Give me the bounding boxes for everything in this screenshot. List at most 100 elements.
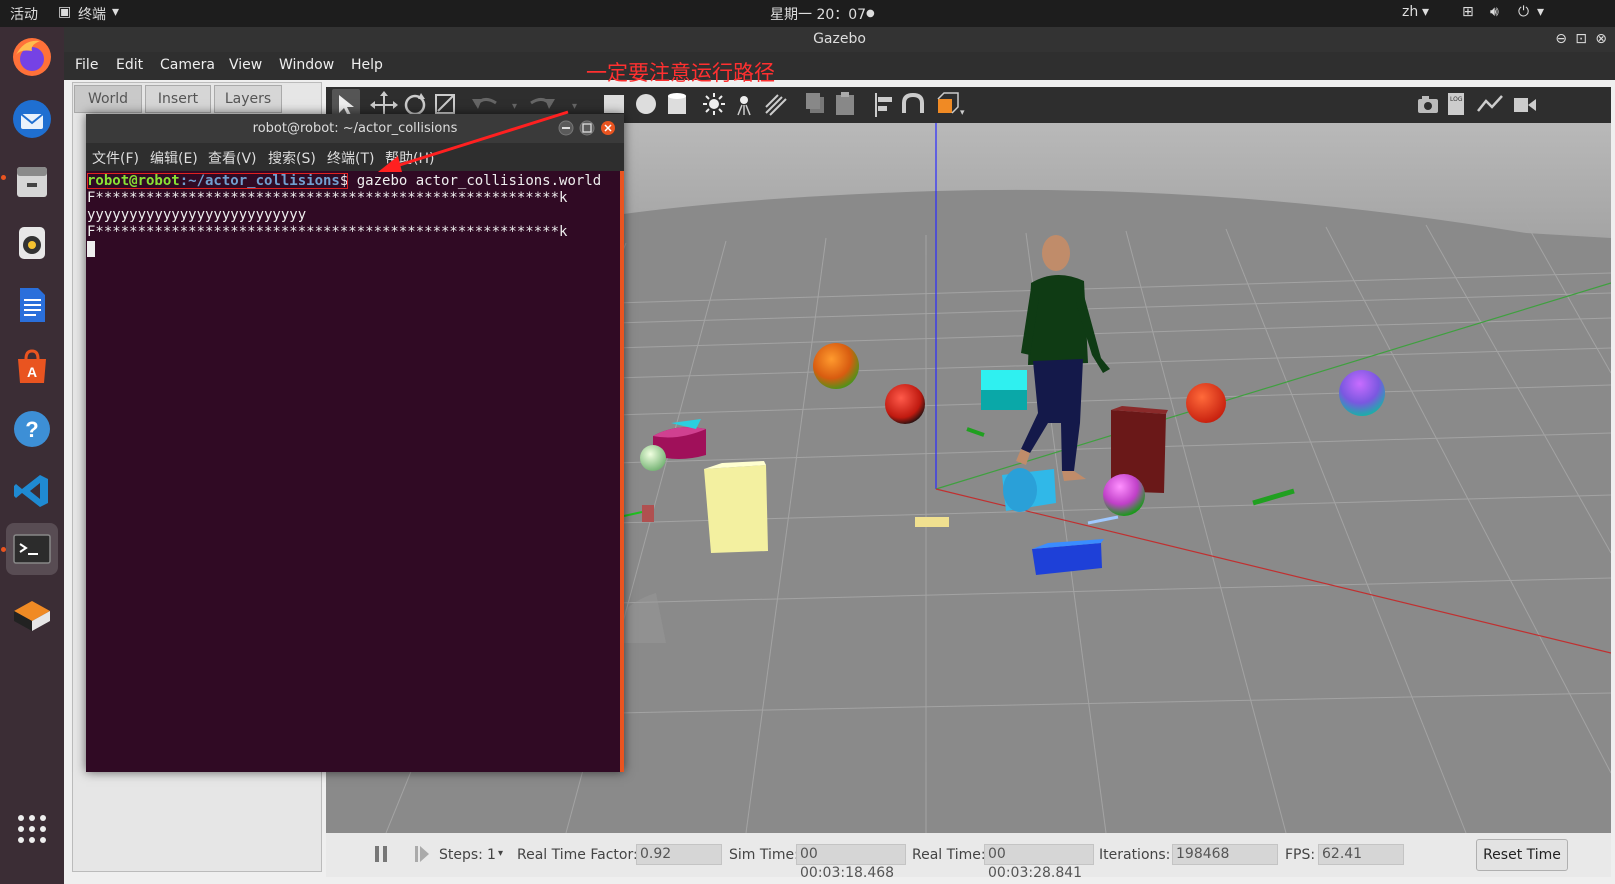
screenshot-icon[interactable] bbox=[1418, 96, 1438, 113]
terminal-menu-terminal[interactable]: 终端(T) bbox=[327, 148, 374, 168]
output-line: F***************************************… bbox=[87, 224, 568, 240]
snap-icon[interactable] bbox=[902, 92, 924, 113]
terminal-scrollbar[interactable] bbox=[620, 171, 624, 772]
chevron-down-icon[interactable]: ▾ bbox=[112, 4, 119, 20]
pause-icon[interactable] bbox=[374, 845, 388, 863]
menu-view[interactable]: View bbox=[229, 57, 262, 73]
terminal-menu-file[interactable]: 文件(F) bbox=[92, 148, 139, 168]
sphere-shape-icon[interactable] bbox=[636, 94, 656, 114]
activities-button[interactable]: 活动 bbox=[10, 4, 38, 24]
svg-text:A: A bbox=[27, 364, 37, 380]
clock[interactable]: 星期一 20：07 bbox=[770, 4, 866, 24]
gazebo-title-bar[interactable]: Gazebo ⊖ ⊡ ⊗ bbox=[64, 27, 1615, 52]
minimize-icon[interactable]: ⊖ bbox=[1555, 27, 1567, 52]
real-time-label: Real Time: bbox=[912, 847, 986, 863]
gazebo-icon[interactable] bbox=[6, 589, 58, 641]
terminal-icon[interactable] bbox=[6, 523, 58, 575]
align-icon[interactable] bbox=[875, 93, 892, 117]
software-center-icon[interactable]: A bbox=[6, 341, 58, 393]
log-icon[interactable]: LOG bbox=[1448, 93, 1464, 115]
redo-icon[interactable] bbox=[530, 98, 555, 109]
terminal-output[interactable]: robot@robot:~/actor_collisions$ gazebo a… bbox=[86, 171, 620, 772]
directional-light-icon[interactable] bbox=[765, 94, 787, 116]
menu-edit[interactable]: Edit bbox=[116, 57, 143, 73]
command-text: gazebo actor_collisions.world bbox=[348, 173, 602, 189]
svg-text:?: ? bbox=[25, 417, 38, 442]
view-angle-icon[interactable]: ▾ bbox=[937, 92, 965, 118]
reset-time-button[interactable]: Reset Time bbox=[1476, 839, 1568, 871]
sim-time-label: Sim Time: bbox=[729, 847, 799, 863]
menu-help[interactable]: Help bbox=[351, 57, 383, 73]
gazebo-menubar: File Edit Camera View Window Help 一定要注意运… bbox=[64, 52, 1615, 85]
tab-insert[interactable]: Insert bbox=[145, 85, 211, 113]
help-icon[interactable]: ? bbox=[6, 403, 58, 455]
point-light-icon[interactable] bbox=[703, 93, 725, 115]
terminal-menu-search[interactable]: 搜索(S) bbox=[268, 148, 316, 168]
iterations-label: Iterations: bbox=[1099, 847, 1171, 863]
terminal-close-icon[interactable] bbox=[601, 121, 615, 135]
terminal-window-title: robot@robot: ~/actor_collisions bbox=[252, 121, 458, 136]
steps-chevron-icon[interactable]: ▾ bbox=[498, 848, 503, 859]
cylinder-shape-icon[interactable] bbox=[668, 93, 686, 114]
video-record-icon[interactable] bbox=[1514, 98, 1536, 112]
terminal-menubar: 文件(F) 编辑(E) 查看(V) 搜索(S) 终端(T) 帮助(H) bbox=[86, 143, 624, 171]
steps-label: Steps: bbox=[439, 847, 483, 863]
tab-layers[interactable]: Layers bbox=[214, 85, 282, 113]
step-icon[interactable] bbox=[414, 845, 430, 863]
app-menu-icon[interactable]: ▣ bbox=[58, 4, 71, 20]
notification-dot-icon: ● bbox=[866, 8, 875, 19]
app-grid-icon[interactable] bbox=[6, 803, 58, 855]
box-shape-icon[interactable] bbox=[604, 95, 624, 113]
terminal-menu-edit[interactable]: 编辑(E) bbox=[150, 148, 198, 168]
menu-camera[interactable]: Camera bbox=[160, 57, 215, 73]
steps-value[interactable]: 1 bbox=[487, 847, 496, 863]
scale-mode-icon[interactable] bbox=[435, 94, 455, 114]
spot-light-icon[interactable] bbox=[737, 96, 751, 116]
maximize-icon[interactable]: ⊡ bbox=[1575, 27, 1587, 52]
terminal-menu-help[interactable]: 帮助(H) bbox=[385, 148, 434, 168]
simulation-status-bar: Steps: 1 ▾ Real Time Factor: 0.92 Sim Ti… bbox=[326, 833, 1611, 881]
terminal-window[interactable]: robot@robot: ~/actor_collisions 文件(F) 编辑… bbox=[86, 114, 624, 772]
prompt-user: robot@robot bbox=[87, 173, 180, 189]
app-menu-button[interactable]: 终端 bbox=[78, 4, 106, 24]
close-icon[interactable]: ⊗ bbox=[1595, 27, 1607, 52]
gazebo-window-title: Gazebo bbox=[813, 31, 866, 47]
undo-icon[interactable] bbox=[472, 98, 497, 109]
input-chevron-icon[interactable]: ▾ bbox=[1422, 4, 1429, 20]
real-time-factor-value: 0.92 bbox=[636, 844, 722, 865]
thunderbird-icon[interactable] bbox=[6, 93, 58, 145]
running-indicator bbox=[1, 547, 6, 552]
network-icon[interactable]: ⊞ bbox=[1462, 4, 1474, 20]
terminal-title-bar[interactable]: robot@robot: ~/actor_collisions bbox=[86, 114, 624, 143]
paste-icon[interactable] bbox=[836, 92, 854, 115]
copy-icon[interactable] bbox=[806, 93, 824, 113]
rotate-mode-icon[interactable] bbox=[404, 93, 426, 116]
writer-icon[interactable] bbox=[6, 279, 58, 331]
menu-file[interactable]: File bbox=[75, 57, 98, 73]
volume-icon[interactable]: 🔊︎ bbox=[1490, 4, 1499, 20]
sim-time-value: 00 00:03:18.468 bbox=[796, 844, 906, 881]
terminal-minimize-icon[interactable] bbox=[558, 120, 574, 136]
firefox-icon[interactable] bbox=[6, 31, 58, 83]
terminal-menu-view[interactable]: 查看(V) bbox=[208, 148, 257, 168]
real-time-value: 00 00:03:28.841 bbox=[984, 844, 1094, 881]
plot-icon[interactable] bbox=[1477, 95, 1503, 112]
prompt-path: :~/actor_collisions bbox=[179, 173, 340, 189]
input-method-indicator[interactable]: zh bbox=[1402, 4, 1418, 20]
terminal-maximize-icon[interactable] bbox=[579, 120, 595, 136]
path-annotation: 一定要注意运行路径 bbox=[586, 61, 775, 85]
files-icon[interactable] bbox=[6, 155, 58, 207]
undo-history-chevron-icon[interactable]: ▾ bbox=[512, 101, 517, 112]
vscode-icon[interactable] bbox=[6, 465, 58, 517]
power-icon[interactable]: ⏻ bbox=[1518, 4, 1529, 20]
prompt-highlight-box: robot@robot:~/actor_collisions$ bbox=[87, 173, 349, 189]
rhythmbox-icon[interactable] bbox=[6, 217, 58, 269]
svg-text:LOG: LOG bbox=[1450, 96, 1463, 103]
fps-label: FPS: bbox=[1285, 847, 1316, 863]
system-menu-chevron-icon[interactable]: ▾ bbox=[1537, 4, 1544, 20]
tab-world[interactable]: World bbox=[74, 85, 142, 113]
output-line: F***************************************… bbox=[87, 190, 568, 206]
menu-window[interactable]: Window bbox=[279, 57, 334, 73]
redo-history-chevron-icon[interactable]: ▾ bbox=[572, 101, 577, 112]
output-line: yyyyyyyyyyyyyyyyyyyyyyyyyy bbox=[87, 207, 307, 223]
